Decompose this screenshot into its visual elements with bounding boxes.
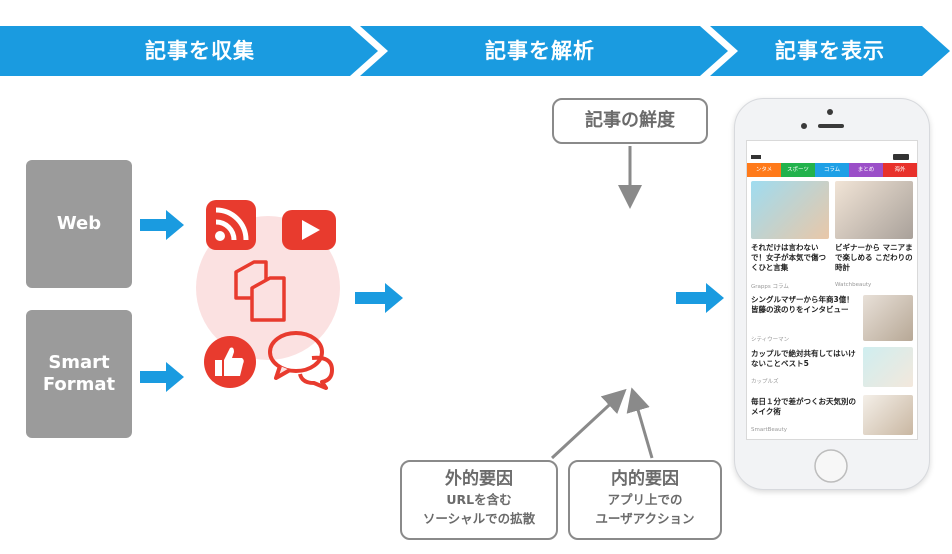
freshness-label: 記事の鮮度 [585,110,675,131]
article-2-image[interactable] [835,181,913,239]
internal-factor-title: 内的要因 [611,469,679,489]
article-4-image[interactable] [863,347,913,387]
article-3-image[interactable] [863,295,913,341]
stage-label-display: 記事を表示 [775,39,885,63]
source-web: Web [26,160,132,288]
tab-matome[interactable]: まとめ [849,163,883,177]
article-5-source: SmartBeauty [751,427,788,433]
tab-column[interactable]: コラム [815,163,849,177]
source-smart-format: Smart Format [26,310,132,438]
video-play-icon [282,210,336,250]
phone-speaker [801,109,844,129]
external-factor-box: 外的要因 URLを含む ソーシャルでの拡散 [400,460,558,540]
arrow-analyze-to-display [676,283,724,313]
external-factor-arrow [550,388,627,460]
phone-home-button[interactable] [811,446,851,486]
article-3-source: シティウーマン [751,337,790,343]
freshness-box: 記事の鮮度 [552,98,708,144]
internal-factor-arrow [626,387,654,459]
external-factor-line-1: URLを含む [446,492,512,507]
bar-category-classification: カテゴリ分類 [478,176,526,423]
status-icons [751,154,909,160]
source-web-label: Web [56,212,102,234]
article-5-image[interactable] [863,395,913,435]
article-3-title[interactable]: シングルマザーから年商3億！皆藤の涙のりをインタビュー [751,295,859,315]
bar-language-detection-label: 言語判定 [427,178,448,250]
rss-icon [206,200,256,250]
article-1-source: Grapps コラム [751,284,789,290]
stage-label-collect: 記事を収集 [145,39,255,63]
source-smart-format-label: Smart Format [42,351,116,396]
internal-factor-line-1: アプリ上での [607,492,683,507]
bar-category-classification-label: カテゴリ分類 [491,194,512,302]
article-1-title[interactable]: それだけは言わないで！女子が本気で傷つくひと言集 [751,243,831,273]
article-2-title[interactable]: ビギナーから マニアまで楽しめる こだわりの時計 [835,243,915,273]
external-factor-title: 外的要因 [445,469,513,489]
article-1-image[interactable] [751,181,829,239]
chat-bubbles-icon [268,331,334,390]
internal-factor-box: 内的要因 アプリ上での ユーザアクション [568,460,722,540]
category-tabs: ンタメ スポーツ コラム まとめ 海外 [747,163,917,177]
document-copy-icon [234,260,286,322]
article-4-title[interactable]: カップルで絶対共有してはいけないことベスト5 [751,349,859,369]
internal-factor-line-2: ユーザアクション [595,511,695,526]
stage-label-analyze: 記事を解析 [485,39,595,63]
phone-screen: ンタメ スポーツ コラム まとめ 海外 それだけは言わないで！女子が本気で傷つく… [746,140,918,440]
thumbs-up-icon [204,336,256,388]
article-4-source: カップルズ [751,379,779,385]
tab-entertainment[interactable]: ンタメ [747,163,781,177]
article-2-source: Watchbeauty [835,282,872,288]
bar-language-detection: 言語判定 [414,160,462,439]
arrow-web-to-collect [140,210,184,240]
arrow-collect-to-analyze [355,283,403,313]
status-bar [751,147,913,160]
arrow-smart-format-to-collect [140,362,184,392]
external-factor-line-2: ソーシャルでの拡散 [422,511,536,526]
article-5-title[interactable]: 毎日１分で差がつくお天気別のメイク術 [751,397,859,417]
tab-sports[interactable]: スポーツ [781,163,815,177]
tab-overseas[interactable]: 海外 [883,163,917,177]
